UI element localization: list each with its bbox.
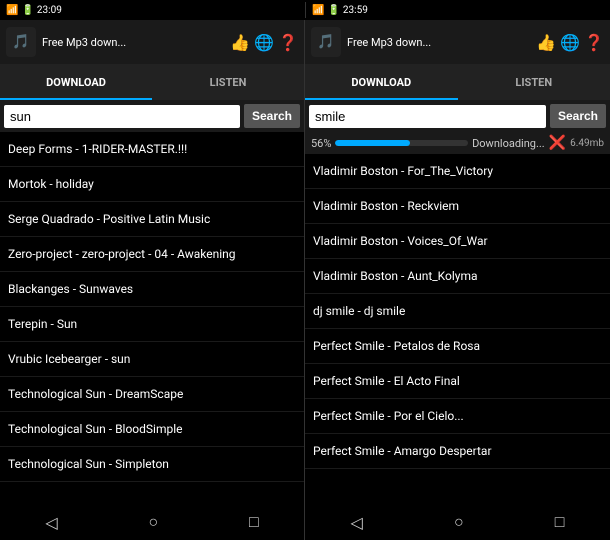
list-item[interactable]: Vladimir Boston - For_The_Victory <box>305 154 610 189</box>
battery-icon-right: 🔋 <box>327 5 339 16</box>
thumbsup-icon-right[interactable]: 👍 <box>536 33 556 52</box>
app-headers: 🎵 Free Mp3 down... 👍 🌐 ❓ 🎵 Free Mp3 down… <box>0 20 610 64</box>
search-bar-left: Search <box>0 100 304 132</box>
list-item[interactable]: Vladimir Boston - Reckviem <box>305 189 610 224</box>
song-list-left: Deep Forms - 1-RIDER-MASTER.!!! Mortok -… <box>0 132 304 504</box>
search-bar-right: Search <box>305 100 610 132</box>
list-item[interactable]: Vrubic Icebearger - sun <box>0 342 304 377</box>
recents-button-right[interactable]: □ <box>545 508 575 536</box>
search-input-left[interactable] <box>4 105 240 128</box>
cancel-download-button[interactable]: ❌ <box>549 135 566 151</box>
home-button-right[interactable]: ○ <box>444 508 474 536</box>
app-title-left: Free Mp3 down... <box>42 36 224 49</box>
home-button-left[interactable]: ○ <box>138 508 168 536</box>
download-label: Downloading... <box>472 137 545 150</box>
list-item[interactable]: Perfect Smile - Amargo Despertar <box>305 434 610 469</box>
panel-left: Search Deep Forms - 1-RIDER-MASTER.!!! M… <box>0 100 305 504</box>
signal-icon-right: 📶 <box>312 5 324 16</box>
status-bar: 📶 🔋 23:09 📶 🔋 23:59 <box>0 0 610 20</box>
panel-right: Search 56% Downloading... ❌ 6.49mb Vladi… <box>305 100 610 504</box>
tabs-left: DOWNLOAD LISTEN <box>0 64 305 100</box>
list-item[interactable]: Deep Forms - 1-RIDER-MASTER.!!! <box>0 132 304 167</box>
signal-icon-left: 📶 <box>6 5 18 16</box>
list-item[interactable]: Vladimir Boston - Aunt_Kolyma <box>305 259 610 294</box>
file-size: 6.49mb <box>570 138 604 149</box>
tab-right-listen[interactable]: LISTEN <box>458 64 610 100</box>
list-item[interactable]: Perfect Smile - Petalos de Rosa <box>305 329 610 364</box>
search-button-left[interactable]: Search <box>244 104 300 128</box>
bottom-nav-left: ◁ ○ □ <box>0 504 305 540</box>
list-item[interactable]: Zero-project - zero-project - 04 - Awake… <box>0 237 304 272</box>
tab-left-listen[interactable]: LISTEN <box>152 64 304 100</box>
status-bar-right: 📶 🔋 23:59 <box>305 2 604 18</box>
song-list-right: Vladimir Boston - For_The_Victory Vladim… <box>305 154 610 504</box>
download-progress: 56% Downloading... ❌ 6.49mb <box>305 132 610 154</box>
app-title-right: Free Mp3 down... <box>347 36 530 49</box>
search-input-right[interactable] <box>309 105 546 128</box>
back-button-left[interactable]: ◁ <box>35 509 67 536</box>
status-right-content: 📶 🔋 23:59 <box>312 5 368 16</box>
bottom-nav: ◁ ○ □ ◁ ○ □ <box>0 504 610 540</box>
list-item[interactable]: Blackanges - Sunwaves <box>0 272 304 307</box>
list-item[interactable]: Serge Quadrado - Positive Latin Music <box>0 202 304 237</box>
back-button-right[interactable]: ◁ <box>341 509 373 536</box>
help-icon-left[interactable]: ❓ <box>278 33 298 52</box>
battery-icon-left: 🔋 <box>21 5 33 16</box>
help-icon-right[interactable]: ❓ <box>584 33 604 52</box>
app-icon-right: 🎵 <box>311 27 341 57</box>
list-item[interactable]: Technological Sun - Simpleton <box>0 447 304 482</box>
list-item[interactable]: Vladimir Boston - Voices_Of_War <box>305 224 610 259</box>
bottom-nav-right: ◁ ○ □ <box>305 504 610 540</box>
list-item[interactable]: Mortok - holiday <box>0 167 304 202</box>
progress-bar-fill <box>335 140 409 146</box>
thumbsup-icon-left[interactable]: 👍 <box>230 33 250 52</box>
main-content: Search Deep Forms - 1-RIDER-MASTER.!!! M… <box>0 100 610 504</box>
list-item[interactable]: Perfect Smile - Por el Cielo... <box>305 399 610 434</box>
download-percent: 56% <box>311 137 331 150</box>
status-bar-left: 📶 🔋 23:09 <box>6 2 305 18</box>
app-header-right: 🎵 Free Mp3 down... 👍 🌐 ❓ <box>305 20 610 64</box>
header-icons-left: 👍 🌐 ❓ <box>230 33 298 52</box>
list-item[interactable]: Perfect Smile - El Acto Final <box>305 364 610 399</box>
status-time-right: 23:59 <box>343 5 368 16</box>
progress-bar-container <box>335 140 468 146</box>
list-item[interactable]: dj smile - dj smile <box>305 294 610 329</box>
status-left-content: 📶 🔋 23:09 <box>6 5 62 16</box>
list-item[interactable]: Technological Sun - DreamScape <box>0 377 304 412</box>
app-header-left: 🎵 Free Mp3 down... 👍 🌐 ❓ <box>0 20 305 64</box>
tab-right-download[interactable]: DOWNLOAD <box>305 64 458 100</box>
search-button-right[interactable]: Search <box>550 104 606 128</box>
recents-button-left[interactable]: □ <box>239 508 269 536</box>
status-time-left: 23:09 <box>37 5 62 16</box>
list-item[interactable]: Technological Sun - BloodSimple <box>0 412 304 447</box>
globe-icon-right[interactable]: 🌐 <box>560 33 580 52</box>
tab-left-download[interactable]: DOWNLOAD <box>0 64 152 100</box>
header-icons-right: 👍 🌐 ❓ <box>536 33 604 52</box>
list-item[interactable]: Terepin - Sun <box>0 307 304 342</box>
tabs-row: DOWNLOAD LISTEN DOWNLOAD LISTEN <box>0 64 610 100</box>
globe-icon-left[interactable]: 🌐 <box>254 33 274 52</box>
app-icon-left: 🎵 <box>6 27 36 57</box>
tabs-right: DOWNLOAD LISTEN <box>305 64 610 100</box>
